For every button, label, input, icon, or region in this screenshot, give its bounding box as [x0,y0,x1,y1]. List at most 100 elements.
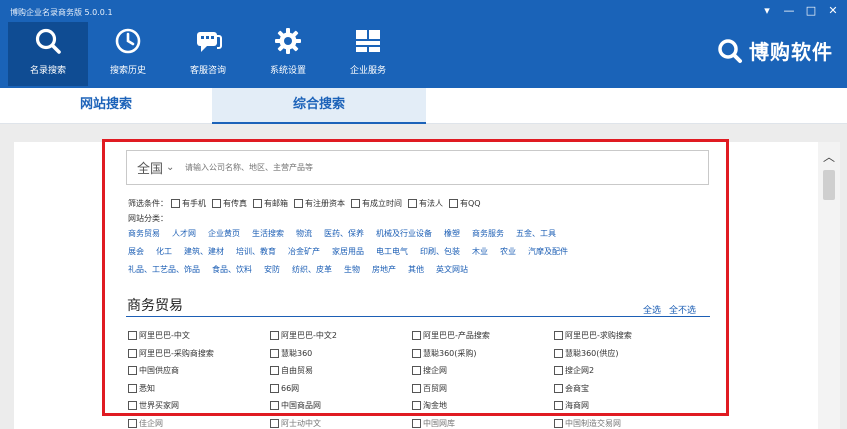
category-link[interactable]: 汽摩及配件 [528,246,568,257]
site-option[interactable]: 中国商品网 [270,400,412,411]
filter-option[interactable]: 有QQ [449,198,481,209]
filter-option[interactable]: 有传真 [212,198,247,209]
category-link[interactable]: 展会 [128,246,144,257]
category-link[interactable]: 食品、饮料 [212,264,252,275]
filter-option[interactable]: 有手机 [171,198,206,209]
checkbox[interactable] [412,366,421,376]
nav-item-search-history[interactable]: 搜索历史 [88,22,168,86]
checkbox[interactable] [128,366,137,376]
checkbox[interactable] [554,366,563,376]
checkbox[interactable] [351,199,360,208]
site-option[interactable]: 会商宝 [554,383,696,394]
filter-option[interactable]: 有法人 [408,198,443,209]
checkbox[interactable] [270,383,279,393]
checkbox[interactable] [212,199,221,208]
maximize-button[interactable]: □ [805,4,817,17]
nav-item-enterprise-services[interactable]: 企业服务 [328,22,408,86]
category-link[interactable]: 其他 [408,264,424,275]
site-option[interactable]: 阿里巴巴-中文 [128,330,270,341]
checkbox[interactable] [270,331,279,341]
region-select[interactable]: 全国 ⌄ [127,158,185,177]
site-option[interactable]: 中国制造交易网 [554,418,696,429]
site-option[interactable]: 世界买家网 [128,400,270,411]
checkbox[interactable] [270,348,279,358]
tab-composite-search[interactable]: 综合搜索 [212,88,426,124]
category-link[interactable]: 培训、教育 [236,246,276,257]
category-link[interactable]: 建筑、建材 [184,246,224,257]
checkbox[interactable] [412,331,421,341]
site-option[interactable]: 阿里巴巴-产品搜索 [412,330,554,341]
category-link[interactable]: 医药、保养 [324,228,364,239]
checkbox[interactable] [171,199,180,208]
site-option[interactable]: 百贸网 [412,383,554,394]
site-option[interactable]: 66网 [270,383,412,394]
category-link[interactable]: 冶金矿产 [288,246,320,257]
category-link[interactable]: 电工电气 [376,246,408,257]
site-option[interactable]: 阿里巴巴-采购商搜索 [128,348,270,359]
checkbox[interactable] [128,383,137,393]
checkbox[interactable] [412,401,421,411]
select-none-link[interactable]: 全不选 [669,303,696,316]
checkbox[interactable] [412,418,421,428]
checkbox[interactable] [128,418,137,428]
checkbox[interactable] [554,348,563,358]
site-option[interactable]: 慧聪360(采购) [412,348,554,359]
filter-option[interactable]: 有注册资本 [294,198,345,209]
category-link[interactable]: 礼品、工艺品、饰品 [128,264,200,275]
chevron-up-icon[interactable]: ︿ [822,150,836,164]
site-option[interactable]: 海商网 [554,400,696,411]
checkbox[interactable] [128,348,137,358]
nav-item-system-settings[interactable]: 系统设置 [248,22,328,86]
site-option[interactable]: 佳企网 [128,418,270,429]
vertical-scrollbar[interactable]: ︿ [818,142,840,429]
category-link[interactable]: 木业 [472,246,488,257]
checkbox[interactable] [554,401,563,411]
site-option[interactable]: 中国供应商 [128,365,270,376]
checkbox[interactable] [412,383,421,393]
checkbox[interactable] [294,199,303,208]
category-link[interactable]: 家居用品 [332,246,364,257]
category-link[interactable]: 商务贸易 [128,228,160,239]
category-link[interactable]: 印刷、包装 [420,246,460,257]
nav-item-customer-service[interactable]: 客服咨询 [168,22,248,86]
category-link[interactable]: 五金、工具 [516,228,556,239]
checkbox[interactable] [128,331,137,341]
site-option[interactable]: 慧聪360 [270,348,412,359]
category-link[interactable]: 安防 [264,264,280,275]
checkbox[interactable] [408,199,417,208]
site-option[interactable]: 阿里巴巴-求购搜索 [554,330,696,341]
checkbox[interactable] [554,383,563,393]
checkbox[interactable] [253,199,262,208]
scrollbar-thumb[interactable] [823,170,835,200]
filter-option[interactable]: 有邮箱 [253,198,288,209]
keyword-input[interactable] [185,155,685,180]
site-option[interactable]: 搜企网 [412,365,554,376]
category-link[interactable]: 人才网 [172,228,196,239]
site-option[interactable]: 阿士动中文 [270,418,412,429]
category-link[interactable]: 生物 [344,264,360,275]
category-link[interactable]: 橡塑 [444,228,460,239]
menu-dropdown-button[interactable]: ▾ [761,4,773,17]
checkbox[interactable] [270,418,279,428]
site-option[interactable]: 中国网库 [412,418,554,429]
select-all-link[interactable]: 全选 [643,303,661,316]
checkbox[interactable] [449,199,458,208]
category-link[interactable]: 纺织、皮革 [292,264,332,275]
category-link[interactable]: 物流 [296,228,312,239]
category-link[interactable]: 商务服务 [472,228,504,239]
category-link[interactable]: 化工 [156,246,172,257]
checkbox[interactable] [554,331,563,341]
checkbox[interactable] [270,366,279,376]
category-link[interactable]: 企业黄页 [208,228,240,239]
checkbox[interactable] [270,401,279,411]
site-option[interactable]: 搜企网2 [554,365,696,376]
nav-item-directory-search[interactable]: 名录搜索 [8,22,88,86]
category-link[interactable]: 英文网站 [436,264,468,275]
filter-option[interactable]: 有成立时间 [351,198,402,209]
checkbox[interactable] [554,418,563,428]
close-button[interactable]: ✕ [827,4,839,17]
site-option[interactable]: 悉知 [128,383,270,394]
category-link[interactable]: 农业 [500,246,516,257]
category-link[interactable]: 房地产 [372,264,396,275]
category-link[interactable]: 机械及行业设备 [376,228,432,239]
